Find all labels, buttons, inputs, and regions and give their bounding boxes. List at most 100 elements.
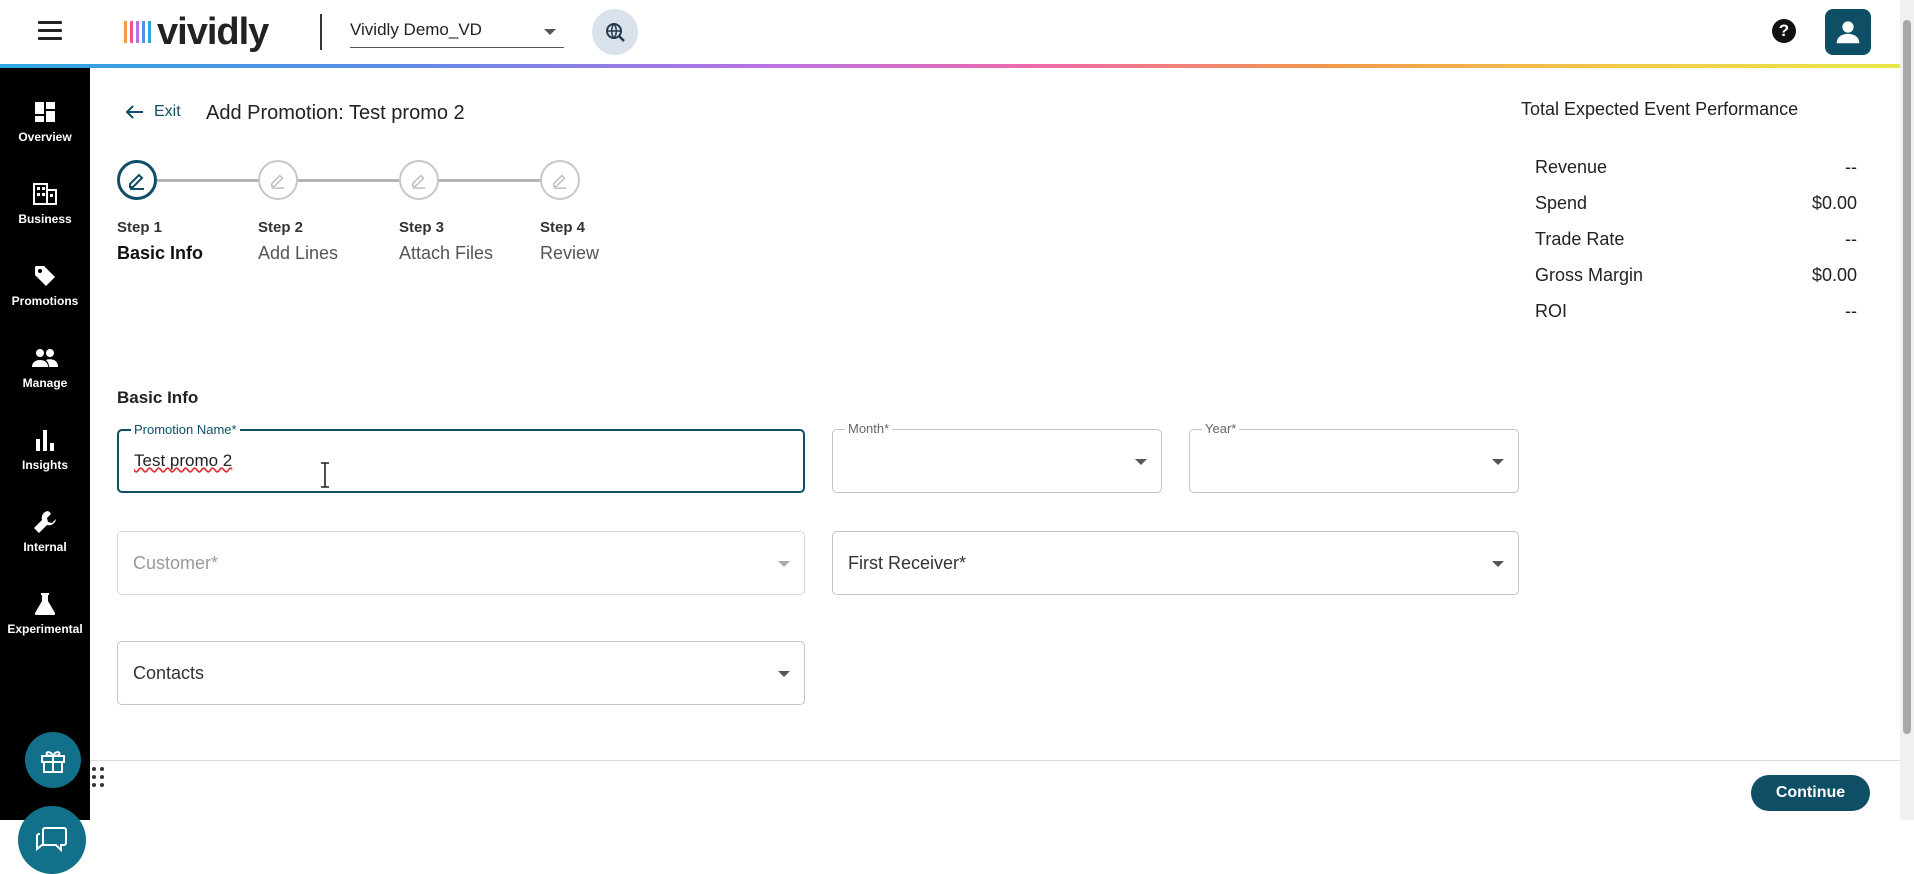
tag-icon <box>0 262 90 290</box>
customer-select[interactable]: Customer* <box>117 531 805 595</box>
user-avatar-button[interactable] <box>1825 9 1871 55</box>
sidebar-item-label: Business <box>18 212 72 226</box>
performance-row-roi: ROI -- <box>1535 301 1857 325</box>
performance-row-trade-rate: Trade Rate -- <box>1535 229 1857 253</box>
sidebar-item-promotions[interactable]: Promotions <box>0 262 90 332</box>
chat-button[interactable] <box>18 806 86 874</box>
drag-handle-icon[interactable] <box>91 766 105 788</box>
step-2-indicator[interactable] <box>258 160 298 200</box>
step-name: Add Lines <box>258 243 339 263</box>
exit-label: Exit <box>154 103 181 120</box>
month-select[interactable]: Month* <box>832 421 1162 493</box>
metric-label: Revenue <box>1535 157 1608 177</box>
page-title: Add Promotion: Test promo 2 <box>206 102 465 124</box>
continue-button[interactable]: Continue <box>1751 775 1870 811</box>
promotion-name-value: Test promo 2 <box>134 451 233 470</box>
logo-bars-icon <box>124 21 151 43</box>
metric-label: Spend <box>1535 193 1588 213</box>
performance-row-gross-margin: Gross Margin $0.00 <box>1535 265 1857 289</box>
first-receiver-select[interactable]: First Receiver* <box>832 531 1519 595</box>
metric-value: -- <box>1845 157 1857 177</box>
exit-link[interactable]: Exit <box>126 103 181 121</box>
page-scrollbar[interactable] <box>1900 0 1914 820</box>
arrow-left-icon <box>126 105 143 119</box>
logo-text: vividly <box>157 10 269 53</box>
chevron-down-icon <box>1492 561 1504 567</box>
sidebar-item-manage[interactable]: Manage <box>0 344 90 414</box>
chevron-down-icon <box>778 561 790 567</box>
metric-value: -- <box>1845 229 1857 249</box>
sidebar-item-label: Overview <box>18 130 72 144</box>
sidebar-item-label: Internal <box>23 540 67 554</box>
step-connector <box>439 179 541 182</box>
performance-row-revenue: Revenue -- <box>1535 157 1857 181</box>
field-label: Year* <box>1202 421 1240 436</box>
account-select-value: Vividly Demo_VD <box>350 20 482 39</box>
overview-icon <box>0 98 90 126</box>
account-select[interactable]: Vividly Demo_VD <box>350 14 564 48</box>
sidebar-item-overview[interactable]: Overview <box>0 98 90 168</box>
promotion-name-field[interactable]: Promotion Name* Test promo 2 <box>117 422 805 493</box>
brand-gradient-bar <box>0 64 1900 68</box>
performance-title: Total Expected Event Performance <box>1521 99 1799 119</box>
metric-value: $0.00 <box>1811 265 1857 285</box>
step-number: Step 1 <box>117 219 163 236</box>
field-label: Month* <box>845 421 893 436</box>
chevron-down-icon <box>1492 459 1504 465</box>
sidebar-item-insights[interactable]: Insights <box>0 426 90 496</box>
chevron-down-icon <box>1135 459 1147 465</box>
field-label: Promotion Name* <box>131 422 240 437</box>
first-receiver-placeholder: First Receiver* <box>848 553 967 573</box>
year-select[interactable]: Year* <box>1189 421 1519 493</box>
step-4-indicator[interactable] <box>540 160 580 200</box>
chevron-down-icon <box>544 29 556 35</box>
sidebar-item-label: Manage <box>22 376 68 390</box>
text-cursor-icon <box>321 462 329 488</box>
contacts-placeholder: Contacts <box>133 663 205 683</box>
hamburger-menu-icon[interactable] <box>38 21 62 41</box>
section-title: Basic Info <box>117 388 199 407</box>
step-name: Review <box>540 243 600 263</box>
gift-icon <box>41 751 65 773</box>
pencil-icon <box>552 174 567 189</box>
wrench-icon <box>0 508 90 536</box>
step-number: Step 4 <box>540 219 586 236</box>
contacts-select[interactable]: Contacts <box>117 641 805 705</box>
metric-label: ROI <box>1535 301 1568 321</box>
step-connector <box>157 179 260 182</box>
chat-icon <box>36 827 67 853</box>
scrollbar-thumb[interactable] <box>1903 20 1911 734</box>
sidebar-item-experimental[interactable]: Experimental <box>0 590 90 660</box>
vividly-logo: vividly <box>124 10 269 54</box>
sidebar-item-label: Promotions <box>11 294 79 308</box>
building-icon <box>0 180 90 208</box>
sidebar-item-business[interactable]: Business <box>0 180 90 250</box>
step-number: Step 3 <box>399 219 445 236</box>
step-1-indicator[interactable] <box>117 160 157 200</box>
customer-placeholder: Customer* <box>133 553 219 573</box>
pencil-icon <box>270 174 285 189</box>
top-bar: vividly Vividly Demo_VD ? <box>0 0 1900 64</box>
metric-value: -- <box>1845 301 1857 321</box>
rewards-button[interactable] <box>25 732 81 788</box>
help-icon[interactable]: ? <box>1772 19 1796 43</box>
global-search-button[interactable] <box>592 9 638 55</box>
pencil-icon <box>129 173 144 190</box>
header-divider <box>320 14 322 50</box>
step-name: Attach Files <box>399 243 494 263</box>
footer-divider <box>90 760 1900 761</box>
flask-icon <box>0 590 90 618</box>
sidebar-item-internal[interactable]: Internal <box>0 508 90 578</box>
chevron-down-icon <box>778 671 790 677</box>
pencil-icon <box>411 174 426 189</box>
sidebar-item-label: Experimental <box>7 622 83 636</box>
user-icon <box>1836 21 1860 44</box>
bar-chart-icon <box>0 426 90 454</box>
metric-label: Gross Margin <box>1535 265 1644 285</box>
step-number: Step 2 <box>258 219 304 236</box>
people-icon <box>0 344 90 372</box>
sidebar: Overview Business Promotions Manage Insi… <box>0 68 90 874</box>
step-name: Basic Info <box>117 243 204 263</box>
search-globe-icon <box>606 23 625 42</box>
step-3-indicator[interactable] <box>399 160 439 200</box>
